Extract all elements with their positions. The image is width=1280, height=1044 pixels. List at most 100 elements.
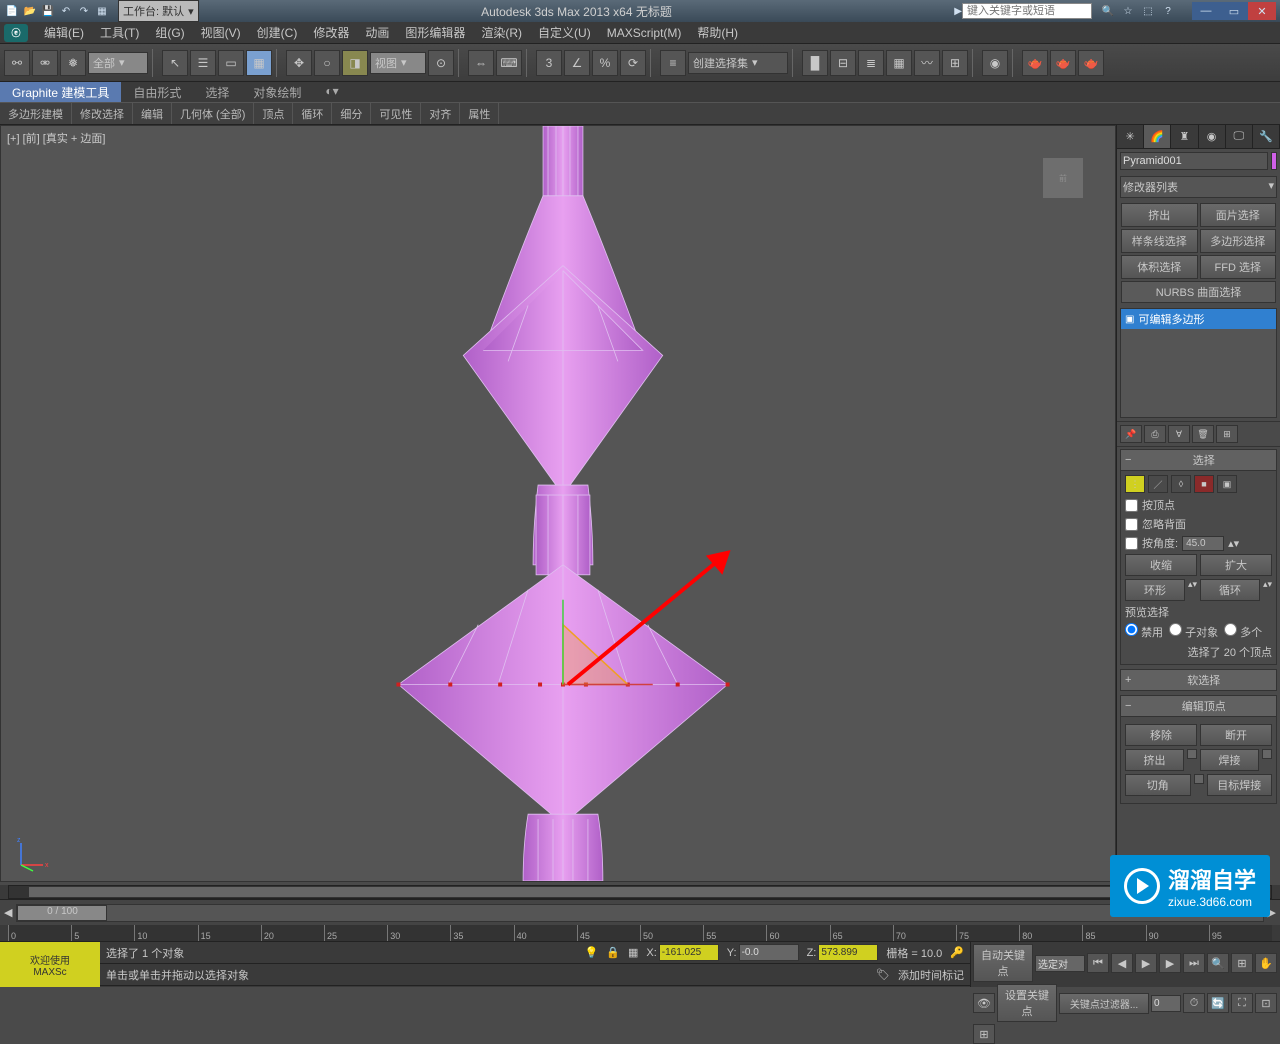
undo-icon[interactable]: ↶	[58, 3, 74, 19]
exchange-icon[interactable]: ⬚	[1140, 3, 1156, 19]
pivot-icon[interactable]: ⊙	[428, 50, 454, 76]
select-icon[interactable]: ↖	[162, 50, 188, 76]
target-weld-button[interactable]: 目标焊接	[1207, 774, 1273, 796]
current-frame-input[interactable]	[1151, 995, 1181, 1012]
selection-filter-dropdown[interactable]: 全部▾	[88, 52, 148, 74]
ribbon-loops[interactable]: 循环	[293, 103, 332, 124]
set-key-button[interactable]: 设置关键点	[997, 984, 1057, 1022]
ribbon-poly-modeling[interactable]: 多边形建模	[0, 103, 72, 124]
loop-button[interactable]: 循环	[1200, 579, 1260, 601]
time-config-icon[interactable]: ⏱	[1183, 993, 1205, 1013]
quick-poly-select-button[interactable]: 多边形选择	[1200, 229, 1277, 253]
angle-snap-icon[interactable]: ∠	[564, 50, 590, 76]
object-color-swatch[interactable]	[1271, 152, 1277, 170]
unlink-icon[interactable]: ⚮	[32, 50, 58, 76]
selection-lock-icon[interactable]: 🔒	[606, 946, 620, 959]
ring-button[interactable]: 环形	[1125, 579, 1185, 601]
viewcube[interactable]: 前	[1043, 158, 1083, 198]
subobj-element-icon[interactable]: ▣	[1217, 475, 1237, 493]
tab-motion-icon[interactable]: ◉	[1199, 125, 1226, 148]
percent-snap-icon[interactable]: %	[592, 50, 618, 76]
z-coord-input[interactable]	[818, 944, 878, 961]
add-time-tag[interactable]: 添加时间标记	[898, 967, 964, 983]
stack-item-editable-poly[interactable]: ▣ 可编辑多边形	[1121, 309, 1276, 329]
configure-icon[interactable]: ⊞	[1216, 425, 1238, 443]
modifier-stack[interactable]: ▣ 可编辑多边形	[1120, 308, 1277, 418]
maxscript-listener[interactable]: 欢迎使用 MAXSc	[0, 942, 100, 987]
subobj-vertex-icon[interactable]: ⋮	[1125, 475, 1145, 493]
ribbon-tab-selection[interactable]: 选择	[193, 82, 241, 102]
ribbon-edit[interactable]: 编辑	[133, 103, 172, 124]
search-input[interactable]	[962, 3, 1092, 19]
ribbon-tab-freeform[interactable]: 自由形式	[121, 82, 193, 102]
shrink-button[interactable]: 收缩	[1125, 554, 1197, 576]
modifier-list-dropdown[interactable]: 修改器列表▾	[1120, 176, 1277, 198]
angle-spinner[interactable]: 45.0	[1182, 536, 1224, 551]
tab-modify-icon[interactable]: 🌈	[1144, 125, 1171, 148]
prev-key-icon[interactable]: ◀	[4, 906, 12, 919]
pin-stack-icon[interactable]: 📌	[1120, 425, 1142, 443]
viewport-scrollbar-h[interactable]	[8, 885, 1272, 899]
minimize-button[interactable]: —	[1192, 2, 1220, 20]
prev-frame-icon[interactable]: ◀	[1111, 953, 1133, 973]
ref-coord-dropdown[interactable]: 视图▾	[370, 52, 426, 74]
chamfer-button[interactable]: 切角	[1125, 774, 1191, 796]
window-crossing-icon[interactable]: ▦	[246, 50, 272, 76]
key-filter-input[interactable]	[1035, 955, 1085, 972]
help-search-icon[interactable]: 🔍	[1100, 3, 1116, 19]
named-selection-dropdown[interactable]: 创建选择集▾	[688, 52, 788, 74]
preview-subobj-radio[interactable]	[1169, 623, 1182, 636]
ribbon-tab-paint[interactable]: 对象绘制	[241, 82, 313, 102]
chamfer-settings-icon[interactable]	[1194, 774, 1204, 784]
rollout-edit-vert-header[interactable]: −编辑顶点	[1120, 695, 1277, 717]
ribbon-vertices[interactable]: 顶点	[254, 103, 293, 124]
ribbon-tab-graphite[interactable]: Graphite 建模工具	[0, 82, 121, 102]
play-icon[interactable]: ▶	[1135, 953, 1157, 973]
render-icon[interactable]: 🫖	[1078, 50, 1104, 76]
tab-create-icon[interactable]: ✳	[1117, 125, 1144, 148]
workspace-dropdown[interactable]: 工作台: 默认▾	[118, 0, 199, 22]
expand-icon[interactable]: ▣	[1125, 314, 1134, 325]
preview-off-radio[interactable]	[1125, 623, 1138, 636]
show-end-icon[interactable]: ⎙	[1144, 425, 1166, 443]
render-setup-icon[interactable]: 🫖	[1022, 50, 1048, 76]
object-name-input[interactable]	[1120, 152, 1268, 170]
new-icon[interactable]: 📄	[4, 3, 20, 19]
menu-create[interactable]: 创建(C)	[249, 22, 306, 43]
menu-customize[interactable]: 自定义(U)	[530, 22, 599, 43]
auto-key-button[interactable]: 自动关键点	[973, 944, 1033, 982]
ribbon-subdiv[interactable]: 细分	[332, 103, 371, 124]
next-frame-icon[interactable]: ▶	[1159, 953, 1181, 973]
save-icon[interactable]: 💾	[40, 3, 56, 19]
break-button[interactable]: 断开	[1200, 724, 1272, 746]
time-ruler[interactable]: 05101520253035404550556065707580859095	[8, 925, 1272, 941]
menu-animation[interactable]: 动画	[357, 22, 397, 43]
menu-edit[interactable]: 编辑(E)	[36, 22, 92, 43]
rollout-selection-header[interactable]: −选择	[1120, 449, 1277, 471]
snap-2d-icon[interactable]: 3	[536, 50, 562, 76]
remove-button[interactable]: 移除	[1125, 724, 1197, 746]
tab-utilities-icon[interactable]: 🔧	[1253, 125, 1280, 148]
menu-modifiers[interactable]: 修改器	[305, 22, 357, 43]
x-coord-input[interactable]	[659, 944, 719, 961]
manipulate-icon[interactable]: ⇔	[468, 50, 494, 76]
ribbon-props[interactable]: 属性	[460, 103, 499, 124]
menu-graph-editors[interactable]: 图形编辑器	[397, 22, 473, 43]
mirror-icon[interactable]: ▐▌	[802, 50, 828, 76]
zoom-ext-icon[interactable]: ⊡	[1255, 993, 1277, 1013]
graphite-toggle-icon[interactable]: ▦	[886, 50, 912, 76]
ribbon-visibility[interactable]: 可见性	[371, 103, 421, 124]
open-icon[interactable]: 📂	[22, 3, 38, 19]
ribbon-align[interactable]: 对齐	[421, 103, 460, 124]
fov-icon[interactable]: 👁	[973, 993, 995, 1013]
key-filters-button[interactable]: 关键点过滤器...	[1059, 993, 1149, 1014]
goto-end-icon[interactable]: ⏭	[1183, 953, 1205, 973]
zoom-icon[interactable]: 🔍	[1207, 953, 1229, 973]
lock-icon[interactable]: 💡	[585, 946, 599, 959]
menu-group[interactable]: 组(G)	[147, 22, 192, 43]
extrude-button[interactable]: 挤出	[1125, 749, 1184, 771]
by-vertex-checkbox[interactable]	[1125, 499, 1138, 512]
app-logo[interactable]: ⓔ	[4, 24, 28, 42]
scale-icon[interactable]: ◨	[342, 50, 368, 76]
move-icon[interactable]: ✥	[286, 50, 312, 76]
